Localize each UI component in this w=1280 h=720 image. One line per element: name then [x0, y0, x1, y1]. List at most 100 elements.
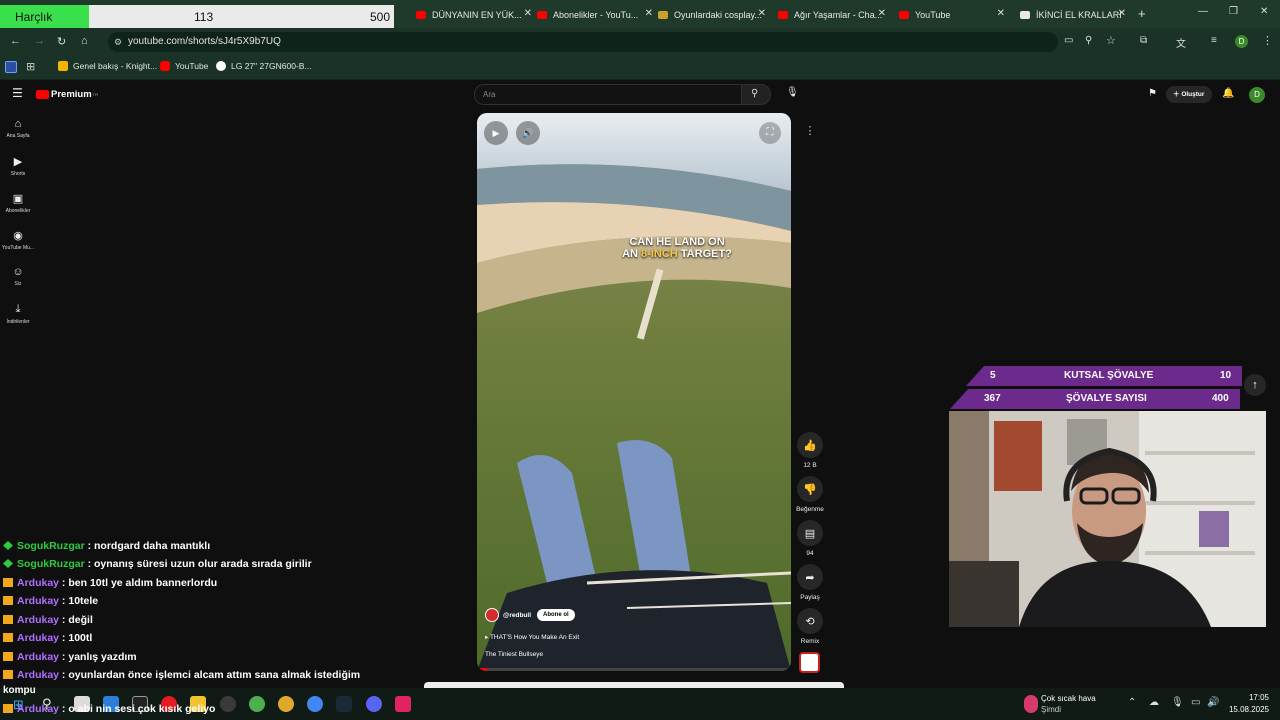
tab-0[interactable]: DÜNYANIN EN YÜK... ✕ — [416, 4, 532, 26]
dislike-button[interactable]: 👎 Beğenme — [796, 476, 824, 513]
comments-button[interactable]: ▤ 94 — [796, 520, 824, 557]
tiktok-icon[interactable] — [395, 696, 411, 712]
chrome-active-icon[interactable] — [307, 696, 323, 712]
analytics-icon — [58, 61, 68, 71]
scroll-up-icon[interactable]: ↑ — [1244, 374, 1266, 396]
extensions-icon[interactable]: ⧉ — [1140, 35, 1147, 46]
channel-avatar[interactable] — [485, 608, 499, 622]
account-avatar[interactable]: D — [1249, 87, 1265, 103]
site-info-icon[interactable]: ⚙ — [114, 32, 122, 52]
sidebar-label: Abonelikler — [5, 208, 31, 214]
profile-avatar[interactable]: D — [1235, 35, 1248, 48]
logo-text: Premium — [51, 89, 92, 100]
network-icon[interactable]: ▭ — [1191, 697, 1200, 708]
tray-chevron-icon[interactable]: ⌃ — [1128, 697, 1136, 708]
minimize-icon[interactable]: — — [1198, 6, 1208, 17]
more-options-icon[interactable]: ⋮ — [803, 124, 817, 140]
remix-icon: ⟲ — [797, 608, 823, 634]
search-button[interactable]: ⚲ — [741, 84, 771, 105]
notifications-bell-icon[interactable]: 🔔 — [1222, 88, 1234, 99]
tab-3[interactable]: Ağır Yaşamlar - Cha... ✕ — [778, 4, 886, 26]
sound-thumbnail[interactable] — [799, 652, 820, 673]
maximize-icon[interactable]: ❐ — [1229, 6, 1238, 17]
xbox-icon[interactable] — [249, 696, 265, 712]
close-icon[interactable]: ✕ — [878, 8, 886, 19]
volume-icon[interactable]: 🔊 — [1207, 697, 1219, 708]
bookmark-1[interactable]: YouTube — [160, 61, 208, 71]
close-icon[interactable]: ✕ — [524, 8, 532, 19]
chat-message: Ardukay : yanlış yazdım — [3, 651, 137, 663]
mute-button[interactable]: 🔊 — [516, 121, 540, 145]
tray-app-icon[interactable]: ☁ — [1149, 697, 1159, 708]
bookmark-star-icon[interactable]: ☆ — [1106, 34, 1116, 47]
fullscreen-icon[interactable]: ⛶ — [759, 122, 781, 144]
create-button[interactable]: ＋ Oluştur — [1166, 86, 1212, 103]
mic-tray-icon[interactable]: 🎙 — [1171, 697, 1184, 708]
hamburger-menu-icon[interactable]: ☰ — [12, 86, 23, 100]
apps-grid-icon[interactable]: ⊞ — [26, 60, 35, 73]
cast-icon[interactable]: ▭ — [1064, 35, 1073, 46]
chat-message: Ardukay : oyunlardan önce işlemci alcam … — [3, 669, 360, 681]
clock-date[interactable]: 15.08.2025 — [1225, 705, 1269, 714]
video-title-line-2[interactable]: The Tiniest Bullseye — [485, 651, 543, 658]
sidebar-item-home[interactable]: ⌂ Ana Sayfa — [0, 118, 36, 139]
channel-name[interactable]: @redbull — [503, 612, 531, 619]
reload-icon[interactable]: ↻ — [57, 35, 66, 48]
chrome-icon[interactable] — [278, 696, 294, 712]
sovalye-label: ŞÖVALYE SAYISI — [1066, 393, 1147, 404]
youtube-favicon-icon — [899, 11, 909, 19]
home-browser-icon[interactable]: ⌂ — [81, 35, 88, 47]
youtube-favicon-icon — [416, 11, 426, 19]
discord-icon[interactable] — [366, 696, 382, 712]
media-icon[interactable]: ≡ — [1211, 35, 1217, 46]
sidebar-item-subscriptions[interactable]: ▣ Abonelikler — [0, 192, 36, 214]
translate-icon[interactable]: 文 — [1176, 35, 1186, 50]
sidebar-item-music[interactable]: ◉ YouTube Mu... — [0, 229, 36, 251]
youtube-logo[interactable]: Premium TR — [36, 89, 98, 100]
tab-1[interactable]: Abonelikler - YouTu... ✕ — [537, 4, 653, 26]
bookmark-2[interactable]: LG 27" 27GN600-B... — [216, 61, 312, 71]
menu-kebab-icon[interactable]: ⋮ — [1262, 34, 1273, 47]
close-window-icon[interactable]: ✕ — [1260, 6, 1268, 17]
sub-badge-icon — [3, 704, 13, 713]
remix-button[interactable]: ⟲ Remix — [796, 608, 824, 645]
steam-icon[interactable] — [336, 696, 352, 712]
close-icon[interactable]: ✕ — [997, 8, 1005, 19]
video-progress-track[interactable] — [477, 668, 791, 671]
share-button[interactable]: ➦ Paylaş — [796, 564, 824, 601]
tab-search-icon[interactable] — [5, 61, 17, 73]
tab-5[interactable]: İKİNCİ EL KRALLARI ✕ — [1020, 4, 1126, 26]
new-tab-icon[interactable]: + — [1138, 6, 1146, 21]
app-icon[interactable] — [220, 696, 236, 712]
forward-icon[interactable]: → — [34, 35, 45, 47]
microphone-icon[interactable]: 🎙 — [786, 87, 799, 98]
tab-4[interactable]: YouTube ✕ — [899, 4, 1005, 26]
zoom-icon[interactable]: ⚲ — [1085, 35, 1092, 46]
chat-text: oyunlardan önce işlemci alcam attım sana… — [68, 669, 361, 681]
shorts-video-player[interactable]: ▶ 🔊 ⛶ CAN HE LAND ON AN 8-INCH TARGET? @… — [477, 113, 791, 671]
address-field[interactable]: ⚙ youtube.com/shorts/sJ4r5X9b7UQ — [108, 32, 1058, 52]
sidebar-item-shorts[interactable]: ▶ Shorts — [0, 155, 36, 177]
search-input[interactable]: Ara — [474, 84, 742, 105]
video-title-line-1[interactable]: ▸ THAT'S How You Make An Exit — [485, 633, 579, 641]
bookmark-0[interactable]: Genel bakış - Knight... — [58, 61, 157, 71]
sub-badge-icon — [3, 559, 13, 568]
sidebar-label: Siz — [14, 281, 22, 287]
chat-text: nordgard daha mantıklı — [94, 540, 211, 552]
sidebar-item-downloads[interactable]: ⤓ İndirilenler — [0, 303, 36, 325]
tab-2[interactable]: Oyunlardaki cosplay... ✕ — [658, 4, 766, 26]
close-icon[interactable]: ✕ — [1118, 8, 1126, 19]
like-button[interactable]: 👍 12 B — [796, 432, 824, 469]
weather-text[interactable]: Çok sıcak hava — [1041, 694, 1096, 703]
subscribe-button[interactable]: Abone ol — [537, 609, 575, 621]
clock-time[interactable]: 17:05 — [1231, 693, 1269, 702]
search-icon: ⚲ — [751, 88, 759, 99]
sidebar-item-you[interactable]: ☺ Siz — [0, 266, 36, 287]
video-progress-fill — [477, 668, 487, 671]
chat-username: Ardukay — [17, 577, 60, 589]
close-icon[interactable]: ✕ — [758, 8, 766, 19]
cast-yt-icon[interactable]: ⚑ — [1148, 88, 1157, 99]
back-icon[interactable]: ← — [10, 35, 21, 47]
close-icon[interactable]: ✕ — [645, 8, 653, 19]
play-button[interactable]: ▶ — [484, 121, 508, 145]
